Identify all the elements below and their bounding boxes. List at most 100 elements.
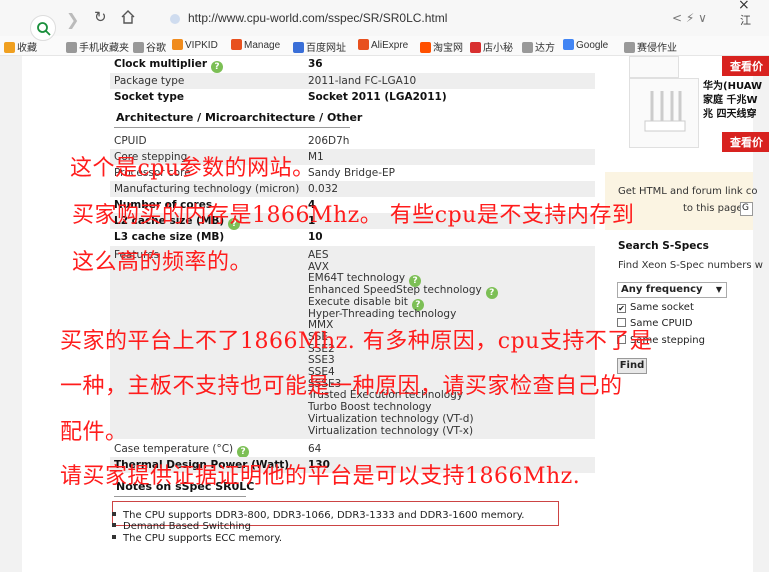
filter-checkbox[interactable]: ✔ Same socket <box>617 302 694 313</box>
bookmark-icon <box>420 42 431 53</box>
spec-label-text: Clock multiplier <box>114 58 208 70</box>
router-image[interactable] <box>629 78 699 148</box>
ad-view-price-button-2[interactable]: 查看价 <box>722 132 769 152</box>
help-icon[interactable]: ? <box>485 287 498 300</box>
bookmark-item[interactable]: 手机收藏夹 <box>66 39 129 54</box>
home-icon[interactable] <box>120 9 136 28</box>
bookmark-label: VIPKID <box>185 40 218 51</box>
bookmark-item[interactable]: AliExpre <box>358 39 408 51</box>
bookmark-item[interactable]: Google <box>563 39 608 51</box>
feature-text: SSE3 <box>308 354 335 367</box>
ad-title[interactable]: 华为(HUAW 家庭 千兆W 兆 四天线穿 <box>703 80 762 122</box>
bookmark-label: 收藏 <box>17 43 37 54</box>
section-title-architecture: Architecture / Microarchitecture / Other <box>116 111 363 124</box>
spec-row: Socket type Socket 2011 (LGA2011) <box>110 89 595 105</box>
ad-view-price-button[interactable]: 查看价 <box>722 56 769 76</box>
spec-value: 2011-land FC-LGA10 <box>308 75 417 87</box>
spec-label-text: Manufacturing technology (micron) <box>114 183 300 195</box>
feature-text: AES <box>308 249 329 261</box>
spec-value: 64 <box>308 443 322 455</box>
note-text: Demand Based Switching <box>123 521 251 532</box>
bookmark-item[interactable]: 达方 <box>522 39 555 54</box>
section-underline <box>114 496 246 497</box>
back-icon[interactable]: ❯ <box>66 10 79 29</box>
bookmark-item[interactable]: 赛侵作业 <box>624 39 677 54</box>
bullet-icon <box>112 512 116 516</box>
bookmark-item[interactable]: 谷歌 <box>133 39 166 54</box>
search-sspecs-title: Search S-Specs <box>618 240 709 252</box>
help-icon[interactable]: ? <box>211 61 224 73</box>
bookmark-item[interactable]: 店小秘 <box>470 39 513 54</box>
section-underline <box>114 127 350 128</box>
note-item: Demand Based Switching <box>112 521 251 532</box>
annotation-text: 买家的平台上不了1866Mhz. 有多种原因，cpu支持不了是 <box>60 329 653 354</box>
html-link-input[interactable]: G <box>740 202 753 216</box>
bookmark-item[interactable]: 收藏 <box>4 39 37 54</box>
bookmark-item[interactable]: 淘宝网 <box>420 39 463 54</box>
url-text: http://www.cpu-world.com/sspec/SR/SR0LC.… <box>188 11 448 25</box>
bookmark-label: AliExpre <box>371 40 409 51</box>
spec-row: Manufacturing technology (micron) 0.032 <box>110 181 595 197</box>
spec-value: 206D7h <box>308 135 350 147</box>
address-bar: ❯ ↻ http://www.cpu-world.com/sspec/SR/SR… <box>0 0 769 36</box>
spec-row: L3 cache size (MB) 10 <box>110 229 595 245</box>
spec-label: Socket type <box>114 91 184 103</box>
spec-label-text: Case temperature (°C) <box>114 443 234 455</box>
spec-value: 10 <box>308 231 323 243</box>
feature-item: SSE3 <box>308 354 335 366</box>
annotation-text: 请买家提供证据证明他的平台是可以支持1866Mhz. <box>60 464 581 489</box>
spec-row: Clock multiplier? 36 <box>110 56 595 73</box>
feature-text: EM64T technology <box>308 272 406 285</box>
bookmark-item[interactable]: 百度网址 <box>293 39 346 54</box>
search-sspecs-desc: Find Xeon S-Spec numbers w <box>618 260 763 271</box>
note-text: The CPU supports ECC memory. <box>123 533 283 544</box>
spec-label: Clock multiplier? <box>114 58 224 73</box>
spec-label: Case temperature (°C)? <box>114 443 250 458</box>
bookmark-label: 谷歌 <box>146 43 166 54</box>
bookmark-icon <box>231 39 242 50</box>
feature-text: Execute disable bit <box>308 295 408 308</box>
spec-label: Manufacturing technology (micron) <box>114 183 299 195</box>
bookmark-icon <box>133 42 144 53</box>
ad-image[interactable] <box>629 56 679 78</box>
annotation-text: 配件。 <box>60 420 128 445</box>
spec-label-text: L3 cache size (MB) <box>114 231 225 243</box>
checkbox-checked-icon[interactable]: ✔ <box>617 304 626 313</box>
spec-label: CPUID <box>114 135 147 147</box>
annotation-text: 一种，主板不支持也可能是一种原因，请买家检查自己的 <box>60 374 623 399</box>
feature-text: Virtualization technology (VT-d) <box>308 412 474 425</box>
url-field[interactable]: http://www.cpu-world.com/sspec/SR/SR0LC.… <box>162 9 722 29</box>
bookmark-label: 达方 <box>535 43 555 54</box>
bookmark-label: Google <box>576 40 609 51</box>
spec-value: Socket 2011 (LGA2011) <box>308 91 447 103</box>
spec-value: 36 <box>308 58 323 70</box>
annotation-text: 买家购买的内存是1866Mhz。 有些cpu是不支持内存到 <box>72 203 635 228</box>
feature-item: AVX <box>308 261 329 273</box>
spec-value: Sandy Bridge-EP <box>308 167 395 179</box>
bookmark-icon <box>470 42 481 53</box>
bookmark-item[interactable]: VIPKID <box>172 39 218 51</box>
bookmark-label: 手机收藏夹 <box>79 43 129 54</box>
share-icon[interactable]: < ⚡ ∨ <box>672 11 707 25</box>
frequency-select[interactable]: Any frequency ▼ <box>617 282 727 298</box>
spec-label: L3 cache size (MB) <box>114 231 224 243</box>
bookmark-icon <box>358 39 369 50</box>
bookmark-label: 店小秘 <box>483 43 513 54</box>
feature-item: Hyper-Threading technology <box>308 308 456 320</box>
search-icon[interactable] <box>30 15 56 41</box>
bullet-icon <box>112 523 116 527</box>
bookmark-icon <box>624 42 635 53</box>
bookmarks-bar: 收藏 手机收藏夹 谷歌 VIPKID Manage 百度网址 AliExpre 淘宝网 店小秘 达… <box>0 36 769 56</box>
reload-icon[interactable]: ↻ <box>94 8 107 26</box>
feature-text: Turbo Boost technology <box>308 401 432 414</box>
extension-label[interactable]: 江 <box>740 12 751 28</box>
bookmark-label: Manage <box>244 40 281 51</box>
feature-item: Virtualization technology (VT-d) <box>308 413 474 425</box>
note-text: The CPU supports DDR3-800, DDR3-1066, DD… <box>123 510 525 521</box>
feature-item: Turbo Boost technology <box>308 401 432 413</box>
bookmark-icon <box>522 42 533 53</box>
spec-value: 0.032 <box>308 183 339 195</box>
bookmark-item[interactable]: Manage <box>231 39 280 51</box>
get-html-text: Get HTML and forum link co <box>618 186 758 197</box>
site-info-icon[interactable] <box>170 14 180 24</box>
